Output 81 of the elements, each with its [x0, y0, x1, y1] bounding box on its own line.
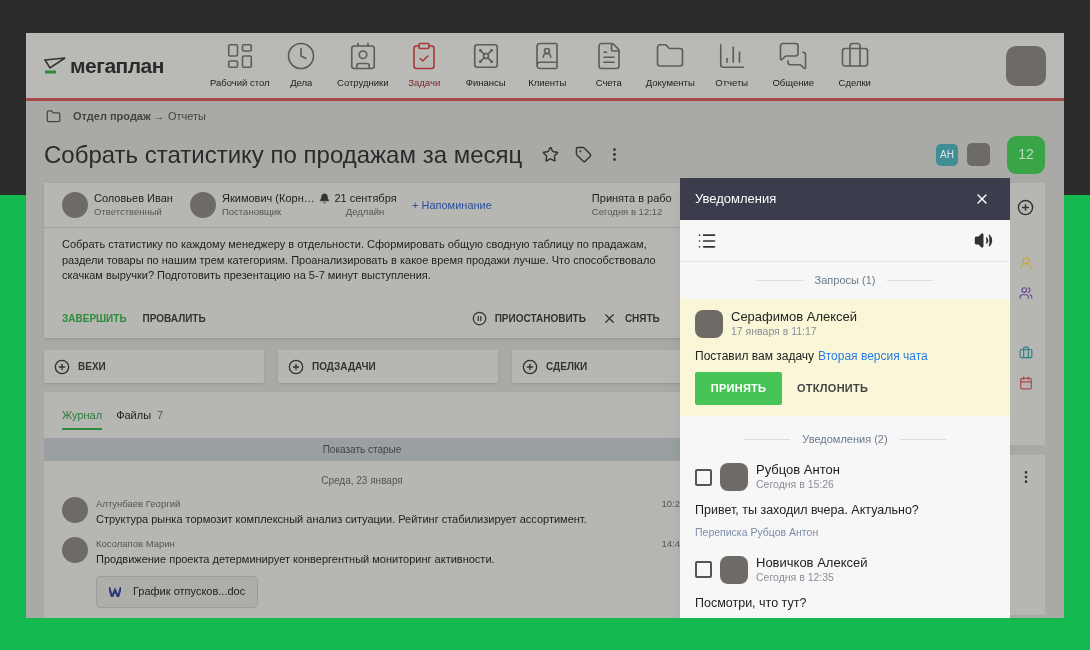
- user-avatar: [1006, 45, 1046, 86]
- add-section-button[interactable]: ВЕХИ: [44, 350, 264, 383]
- person-name[interactable]: Якимович (Корн…: [222, 192, 315, 205]
- folder-icon: [46, 108, 61, 124]
- date-separator: Среда, 23 января: [320, 474, 404, 488]
- author-avatar: [62, 536, 88, 563]
- section-header: Запросы (1): [814, 273, 876, 289]
- status-text: Принята в рабо: [591, 192, 672, 205]
- paper-plane-logo-icon: [44, 55, 66, 76]
- nav-item[interactable]: Клиенты: [516, 40, 578, 91]
- decline-button[interactable]: ОТКЛОНИТЬ: [797, 380, 869, 397]
- panel-title: Уведомления: [695, 190, 777, 209]
- person-name[interactable]: Соловьев Иван: [94, 192, 173, 205]
- nav-item[interactable]: Счета: [578, 40, 640, 91]
- tag-icon[interactable]: [575, 146, 593, 163]
- journal-tab[interactable]: Файлы 7: [116, 406, 164, 430]
- plus-circle-icon[interactable]: [1017, 199, 1034, 216]
- task-action-button[interactable]: ПРОВАЛИТЬ: [142, 310, 206, 326]
- task-action-button[interactable]: ПРИОСТАНОВИТЬ: [471, 310, 586, 326]
- sender-avatar: [695, 310, 723, 338]
- plus-circle-icon: [522, 358, 538, 375]
- word-document-icon: [109, 586, 121, 597]
- entry-author[interactable]: Косолапов Марин: [96, 536, 175, 551]
- notification-text: Привет, ты заходил вчера. Актуально?: [695, 502, 920, 519]
- nav-item[interactable]: Дела: [270, 40, 332, 91]
- add-section-button[interactable]: ПОДЗАДАЧИ: [278, 350, 498, 383]
- entry-time: 14:4: [661, 536, 680, 551]
- section-header: Уведомления (2): [802, 431, 888, 447]
- person-role: Ответственный: [94, 205, 163, 218]
- add-section-button[interactable]: СДЕЛКИ: [512, 350, 680, 383]
- notification-text: Посмотри, что тут?: [695, 594, 808, 612]
- nav-item[interactable]: Отчеты: [701, 40, 763, 91]
- checkbox[interactable]: [695, 468, 712, 486]
- request-time: 17 января в 11:17: [731, 324, 818, 339]
- plus-circle-icon: [288, 358, 304, 375]
- watcher-avatar: [967, 143, 990, 166]
- request-text: Поставил вам задачу: [695, 348, 815, 365]
- clock-icon: [286, 40, 317, 71]
- author-avatar: [62, 497, 88, 523]
- nav-item[interactable]: Сделки: [824, 40, 886, 91]
- nav-item[interactable]: Рабочий стол: [209, 40, 271, 91]
- people-icon[interactable]: [1018, 286, 1033, 300]
- notification-time: Сегодня в 12:35: [756, 569, 835, 585]
- checkbox[interactable]: [695, 561, 712, 578]
- attachment-chip[interactable]: График отпусков...doc: [96, 575, 259, 608]
- plus-circle-icon: [54, 358, 70, 375]
- sender-name[interactable]: Серафимов Алексей: [731, 309, 858, 324]
- pause-icon: [471, 310, 487, 326]
- speaker-icon[interactable]: [974, 231, 993, 250]
- nav-item[interactable]: Задачи: [393, 40, 455, 91]
- sender-name[interactable]: Новичков Алексей: [756, 554, 868, 570]
- logo-text: мегаплан: [70, 52, 164, 79]
- task-action-button[interactable]: СНЯТЬ: [601, 310, 660, 326]
- breadcrumb[interactable]: Отдел продаж → Отчеты: [73, 107, 206, 125]
- entry-text: Структура рынка тормозит комплексный анализ ситуации. Рейтинг стабилизирует ассортимент.: [96, 512, 588, 528]
- deadline-label: Дедлайн: [344, 205, 385, 218]
- chat-bubbles-icon: [778, 40, 809, 71]
- sender-name[interactable]: Рубцов Антон: [756, 462, 840, 477]
- notification-time: Сегодня в 15:26: [756, 477, 835, 492]
- task-link[interactable]: Вторая версия чата: [818, 347, 928, 365]
- task-description: Собрать статистику по каждому менеджеру в отдельности. Сформировать общую сводную таблицу по прадажам, раздели товары по нашим трем категориям. Проанализировать в какое время продажи лучше. Что способствовало скачкам выручки? Подготовить презентацию на 5-7 минут выступления.: [61, 237, 657, 283]
- person-avatar: [190, 192, 216, 218]
- nav-item[interactable]: Общение: [762, 40, 824, 91]
- nav-item[interactable]: Финансы: [455, 40, 517, 91]
- nav-item[interactable]: Документы: [639, 40, 701, 91]
- person-role: Постановщик: [222, 205, 283, 218]
- calendar-icon[interactable]: [1018, 376, 1033, 390]
- deadline-date[interactable]: 21 сентября: [334, 192, 397, 205]
- sender-avatar: [720, 555, 748, 584]
- entry-author[interactable]: Алтунбаев Георгий: [96, 497, 181, 512]
- star-icon[interactable]: [542, 146, 560, 163]
- status-time: Сегодня в 12:12: [591, 205, 664, 218]
- task-title: Собрать статистику по продажам за месяц: [44, 139, 523, 170]
- bell-icon: [319, 193, 331, 204]
- entry-time: 10:2: [661, 497, 680, 511]
- show-older-bar[interactable]: Показать старые: [44, 438, 680, 461]
- nav-item[interactable]: Сотрудники: [332, 40, 394, 91]
- sender-avatar: [720, 463, 748, 491]
- person-avatar: [62, 192, 88, 218]
- add-reminder-link[interactable]: + Напоминание: [412, 196, 492, 214]
- entry-text: Продвижение проекта детерминирует конвергентный мониторинг активности.: [96, 552, 496, 567]
